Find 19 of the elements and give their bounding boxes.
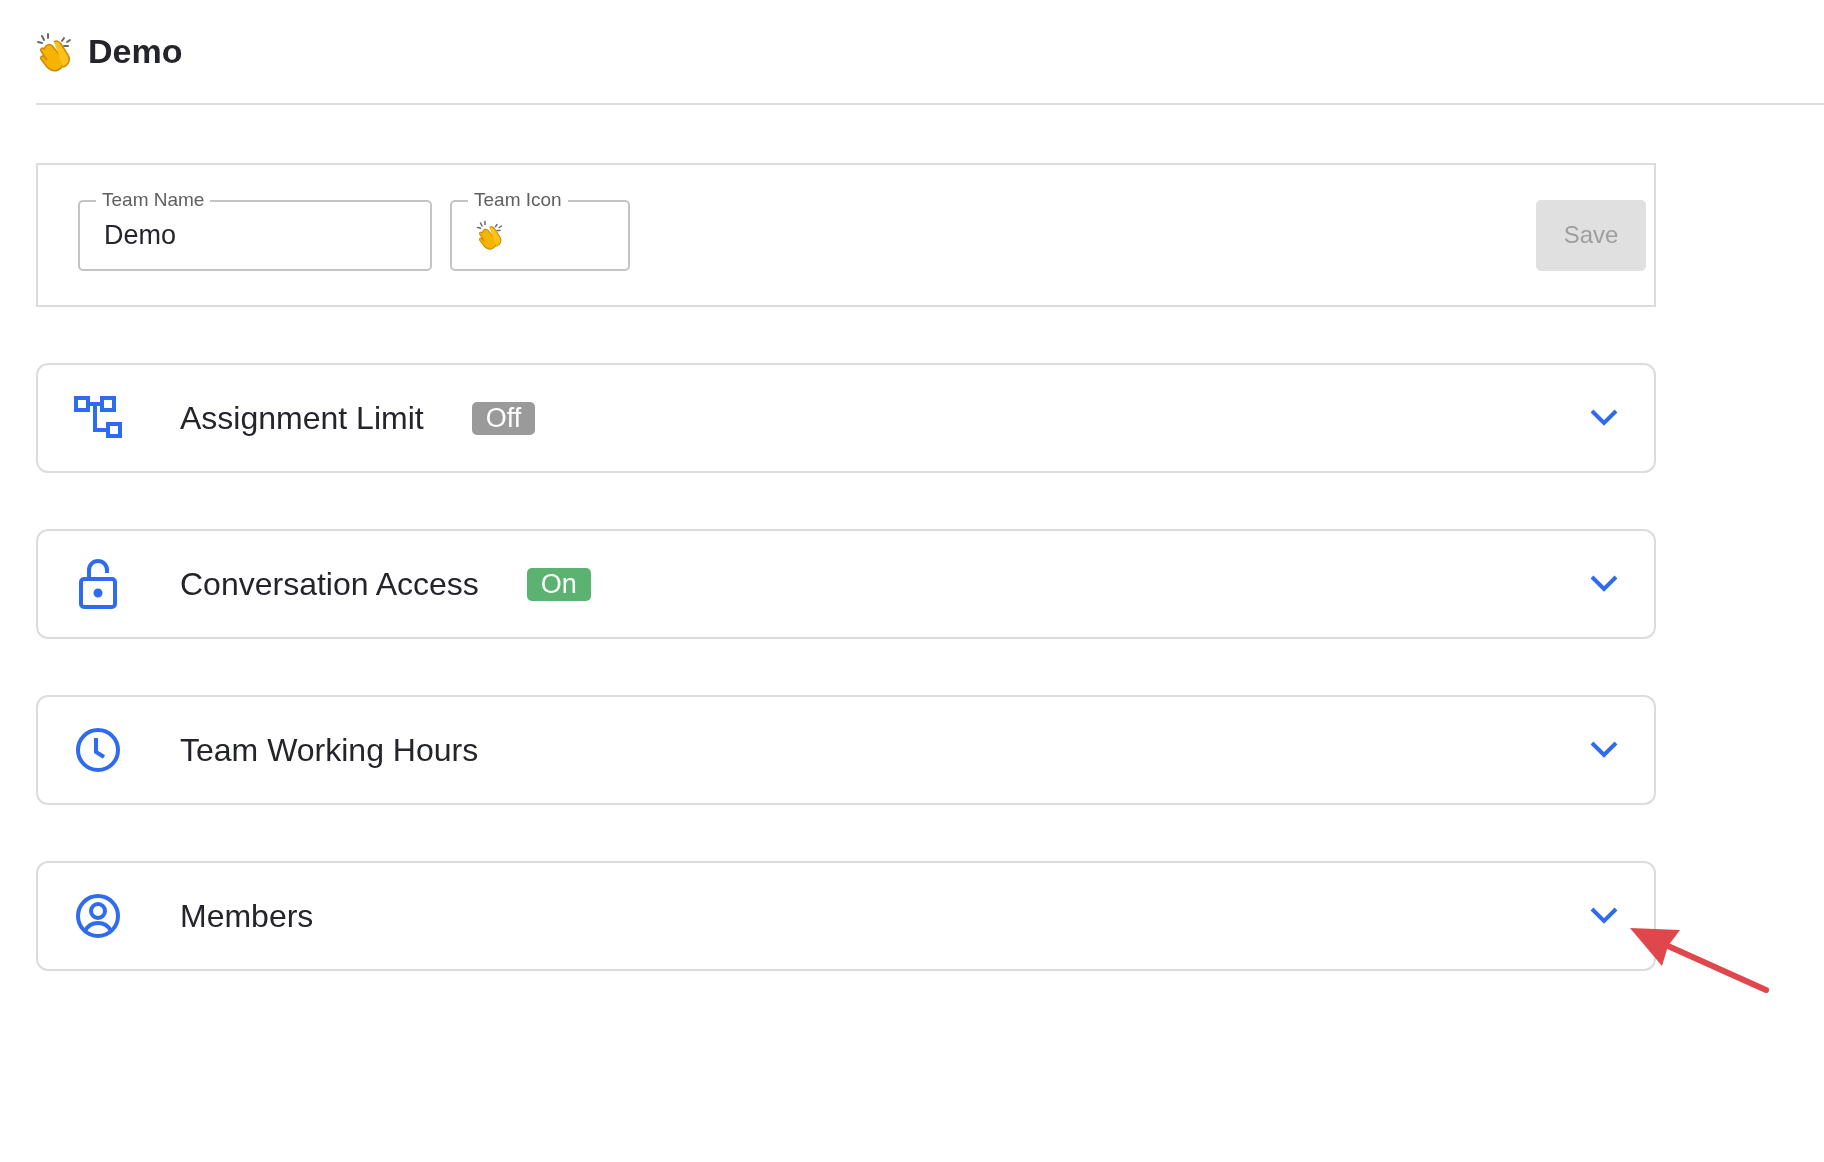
status-badge: On — [526, 567, 591, 601]
status-badge: Off — [471, 401, 536, 435]
chevron-icon[interactable] — [1590, 409, 1618, 427]
chevron-icon[interactable] — [1590, 741, 1618, 759]
collapsible-section[interactable]: Team Working Hours — [36, 695, 1656, 805]
section-title: Conversation Access — [180, 565, 479, 603]
collapsible-section[interactable]: Assignment Limit Off — [36, 363, 1656, 473]
section-title: Members — [180, 897, 314, 935]
chevron-icon[interactable] — [1590, 907, 1618, 925]
section-title: Team Working Hours — [180, 731, 479, 769]
collapsible-section[interactable]: Members — [36, 861, 1656, 971]
user-circle-icon — [75, 893, 121, 939]
clock-icon — [75, 727, 121, 773]
collapsible-section[interactable]: Conversation Access On — [36, 529, 1656, 639]
chevron-icon[interactable] — [1590, 575, 1618, 593]
page-title: Demo — [88, 32, 183, 71]
unlocked-padlock-icon — [79, 559, 117, 609]
hierarchy-icon — [74, 396, 122, 440]
section-title: Assignment Limit — [180, 399, 424, 437]
